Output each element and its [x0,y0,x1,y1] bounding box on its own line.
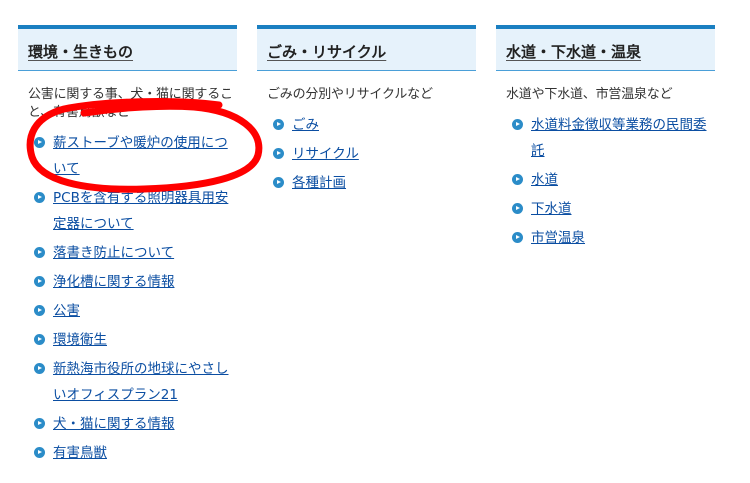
link-wood-stove[interactable]: 薪ストーブや暖炉の使用について [53,135,228,177]
list-item: 落書き防止について [18,240,237,266]
list-item: 各種計画 [257,170,476,196]
arrow-bullet-icon [34,276,45,287]
link-water-billing[interactable]: 水道料金徴収等業務の民間委託 [531,117,707,159]
arrow-bullet-icon [512,174,523,185]
link-sewer[interactable]: 下水道 [531,201,572,217]
link-graffiti[interactable]: 落書き防止について [53,245,174,261]
column-description: 水道や下水道、市営温泉など [506,87,673,102]
list-item: PCBを含有する照明器具用安定器について [18,185,237,237]
list-item: 有害鳥獣 [18,440,237,466]
arrow-bullet-icon [34,334,45,345]
link-sanitation[interactable]: 環境衛生 [53,332,107,348]
list-item: 市営温泉 [496,225,715,251]
link-septic[interactable]: 浄化槽に関する情報 [53,274,175,290]
link-garbage[interactable]: ごみ [292,117,319,133]
arrow-bullet-icon [34,137,45,148]
link-list: 薪ストーブや暖炉の使用について PCBを含有する照明器具用安定器について 落書き… [18,130,237,466]
list-item: 公害 [18,298,237,324]
link-list: ごみ リサイクル 各種計画 [257,112,476,196]
link-recycling[interactable]: リサイクル [292,146,359,162]
arrow-bullet-icon [273,119,284,130]
arrow-bullet-icon [512,232,523,243]
arrow-bullet-icon [273,148,284,159]
column-title-link[interactable]: 環境・生きもの [28,43,133,61]
arrow-bullet-icon [34,363,45,374]
list-item: 新熱海市役所の地球にやさしいオフィスプラン21 [18,356,237,408]
column-title-link[interactable]: ごみ・リサイクル [267,43,386,61]
column-environment: 環境・生きもの 公害に関する事、犬・猫に関すること、有害鳥獣など 薪ストーブや暖… [18,25,237,469]
arrow-bullet-icon [273,177,284,188]
column-title-link[interactable]: 水道・下水道・温泉 [506,43,641,61]
list-item: 環境衛生 [18,327,237,353]
link-plans[interactable]: 各種計画 [292,175,346,191]
link-municipal-onsen[interactable]: 市営温泉 [531,230,585,246]
arrow-bullet-icon [34,418,45,429]
column-description: 公害に関する事、犬・猫に関すること、有害鳥獣など [28,87,233,120]
list-item: リサイクル [257,141,476,167]
link-pollution[interactable]: 公害 [53,303,80,319]
column-header: ごみ・リサイクル [257,25,476,71]
column-water-sewer-onsen: 水道・下水道・温泉 水道や下水道、市営温泉など 水道料金徴収等業務の民間委託 水… [496,25,715,254]
arrow-bullet-icon [512,119,523,130]
list-item: 下水道 [496,196,715,222]
link-wildlife[interactable]: 有害鳥獣 [53,445,107,461]
column-description: ごみの分別やリサイクルなど [267,87,433,102]
column-header: 環境・生きもの [18,25,237,71]
link-pcb[interactable]: PCBを含有する照明器具用安定器について [53,190,228,232]
list-item: 水道 [496,167,715,193]
column-garbage-recycling: ごみ・リサイクル ごみの分別やリサイクルなど ごみ リサイクル 各種計画 [257,25,476,199]
list-item: 水道料金徴収等業務の民間委託 [496,112,715,164]
list-item: 浄化槽に関する情報 [18,269,237,295]
arrow-bullet-icon [34,192,45,203]
arrow-bullet-icon [34,447,45,458]
arrow-bullet-icon [34,305,45,316]
list-item: 犬・猫に関する情報 [18,411,237,437]
column-header: 水道・下水道・温泉 [496,25,715,71]
link-water[interactable]: 水道 [531,172,558,188]
arrow-bullet-icon [512,203,523,214]
link-dogs-cats[interactable]: 犬・猫に関する情報 [53,416,175,432]
link-office-plan[interactable]: 新熱海市役所の地球にやさしいオフィスプラン21 [53,361,229,403]
list-item: 薪ストーブや暖炉の使用について [18,130,237,182]
list-item: ごみ [257,112,476,138]
link-list: 水道料金徴収等業務の民間委託 水道 下水道 市営温泉 [496,112,715,251]
arrow-bullet-icon [34,247,45,258]
